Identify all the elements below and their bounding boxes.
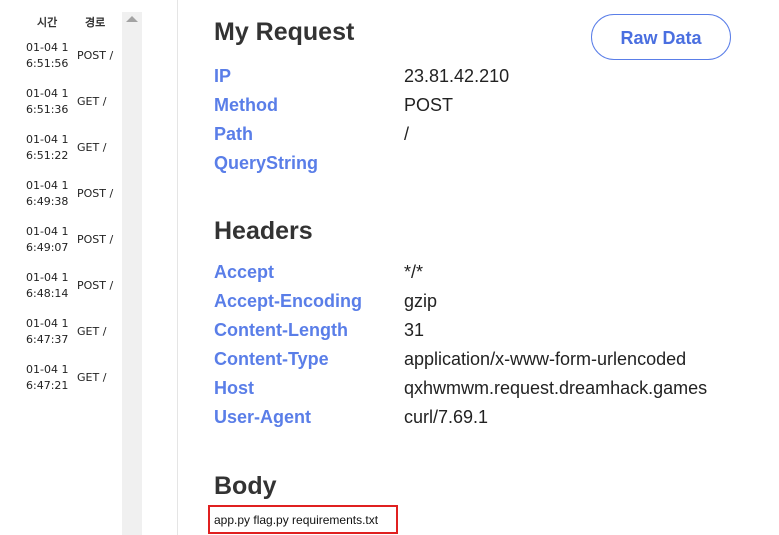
- request-list-item[interactable]: 01-04 1 6:49:07 POST /: [0, 224, 122, 270]
- item-time: 6:47:21: [26, 379, 69, 392]
- headers-title: Headers: [214, 217, 313, 245]
- list-scrollbar[interactable]: [122, 12, 142, 535]
- row-key: Content-Length: [214, 320, 348, 340]
- item-date: 01-04 1: [26, 179, 69, 192]
- request-list-item[interactable]: 01-04 1 6:51:56 POST /: [0, 40, 122, 86]
- header-row-host: Host qxhwmwm.request.dreamhack.games: [214, 378, 774, 407]
- row-key: Method: [214, 95, 278, 115]
- row-key: Host: [214, 378, 254, 398]
- item-method: GET /: [77, 371, 107, 384]
- row-key: Accept: [214, 262, 275, 282]
- request-list-item[interactable]: 01-04 1 6:48:14 POST /: [0, 270, 122, 316]
- request-row-ip: IP 23.81.42.210: [214, 66, 774, 95]
- item-method: POST /: [77, 49, 114, 62]
- row-value: gzip: [404, 291, 438, 311]
- row-value: curl/7.69.1: [404, 407, 489, 427]
- item-date: 01-04 1: [26, 87, 69, 100]
- my-request-title: My Request: [214, 18, 355, 46]
- list-header: 시간 경로: [0, 14, 122, 32]
- item-method: GET /: [77, 325, 107, 338]
- item-time: 6:49:07: [26, 241, 69, 254]
- request-row-path: Path /: [214, 124, 774, 153]
- item-method: POST /: [77, 233, 114, 246]
- body-content-highlight: app.py flag.py requirements.txt: [208, 505, 398, 534]
- item-date: 01-04 1: [26, 317, 69, 330]
- item-date: 01-04 1: [26, 363, 69, 376]
- row-value: /: [404, 124, 410, 144]
- header-row-user-agent: User-Agent curl/7.69.1: [214, 407, 774, 436]
- item-date: 01-04 1: [26, 225, 69, 238]
- request-detail: My Request IP 23.81.42.210 Method POST P…: [214, 0, 774, 535]
- header-row-content-length: Content-Length 31: [214, 320, 774, 349]
- item-method: POST /: [77, 279, 114, 292]
- row-value: application/x-www-form-urlencoded: [404, 349, 687, 369]
- row-value: */*: [404, 262, 424, 282]
- row-key: Accept-Encoding: [214, 291, 363, 311]
- item-time: 6:48:14: [26, 287, 69, 300]
- header-row-accept-encoding: Accept-Encoding gzip: [214, 291, 774, 320]
- request-list: 01-04 1 6:51:56 POST / 01-04 1 6:51:36 GET…: [0, 40, 122, 408]
- row-value: qxhwmwm.request.dreamhack.games: [404, 378, 708, 398]
- item-date: 01-04 1: [26, 133, 69, 146]
- item-time: 6:51:22: [26, 149, 69, 162]
- item-method: GET /: [77, 141, 107, 154]
- item-time: 6:47:37: [26, 333, 69, 346]
- column-header-time: 시간: [37, 16, 58, 29]
- row-key: User-Agent: [214, 407, 312, 427]
- request-list-panel: 시간 경로 01-04 1 6:51:56 POST / 01-04 1 6:51:…: [0, 0, 143, 535]
- request-list-item[interactable]: 01-04 1 6:47:37 GET /: [0, 316, 122, 362]
- header-row-content-type: Content-Type application/x-www-form-urle…: [214, 349, 774, 378]
- request-list-item[interactable]: 01-04 1 6:51:22 GET /: [0, 132, 122, 178]
- item-date: 01-04 1: [26, 271, 69, 284]
- item-time: 6:49:38: [26, 195, 69, 208]
- request-list-item[interactable]: 01-04 1 6:49:38 POST /: [0, 178, 122, 224]
- item-time: 6:51:36: [26, 103, 69, 116]
- request-list-item[interactable]: 01-04 1 6:47:21 GET /: [0, 362, 122, 408]
- row-value: 31: [404, 320, 425, 340]
- column-header-path: 경로: [85, 16, 106, 29]
- request-row-method: Method POST: [214, 95, 774, 124]
- request-row-querystring: QueryString: [214, 153, 774, 182]
- row-key: QueryString: [214, 153, 319, 173]
- panel-divider: [177, 0, 178, 535]
- item-date: 01-04 1: [26, 41, 69, 54]
- header-row-accept: Accept */*: [214, 262, 774, 291]
- row-key: Content-Type: [214, 349, 329, 369]
- scroll-up-arrow-icon[interactable]: [126, 16, 138, 22]
- row-key: IP: [214, 66, 232, 86]
- body-title: Body: [214, 472, 277, 500]
- item-method: GET /: [77, 95, 107, 108]
- item-time: 6:51:56: [26, 57, 69, 70]
- row-value: POST: [404, 95, 454, 115]
- row-key: Path: [214, 124, 254, 144]
- request-list-item[interactable]: 01-04 1 6:51:36 GET /: [0, 86, 122, 132]
- row-value: 23.81.42.210: [404, 66, 510, 86]
- item-method: POST /: [77, 187, 114, 200]
